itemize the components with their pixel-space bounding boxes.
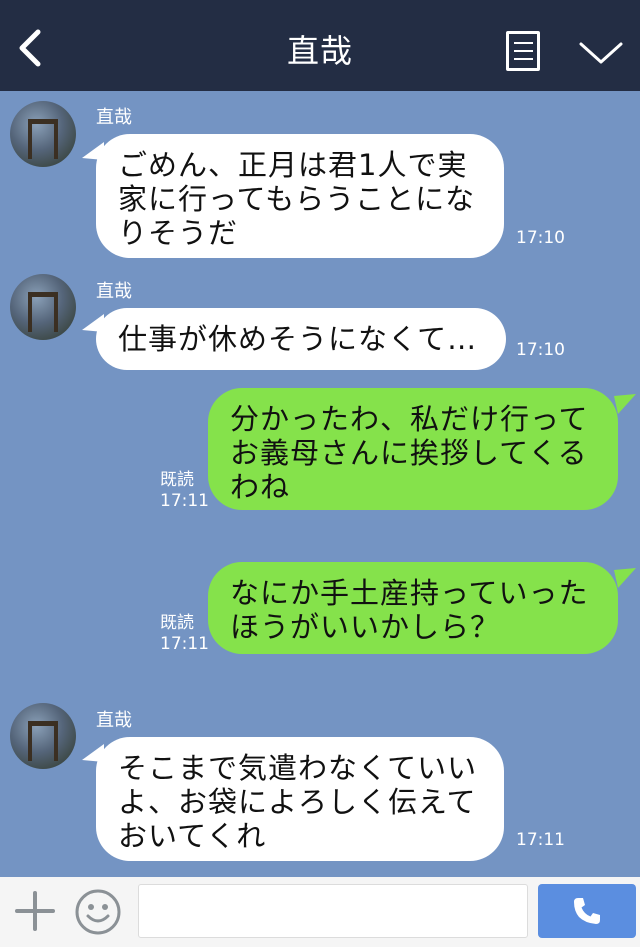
phone-icon (574, 898, 600, 924)
bubble-tail (614, 394, 636, 414)
message-time: 17:11 (516, 830, 565, 850)
sender-name: 直哉 (96, 281, 132, 302)
sender-name: 直哉 (96, 107, 132, 128)
read-receipt: 既読 (160, 470, 194, 490)
avatar[interactable] (10, 274, 76, 340)
avatar[interactable] (10, 101, 76, 167)
read-receipt: 既読 (160, 613, 194, 633)
message-bubble[interactable]: なにか手土産持っていった ほうがいいかしら？ (208, 562, 618, 654)
message-time: 17:11 (160, 634, 209, 654)
call-button[interactable] (538, 884, 636, 938)
plus-icon[interactable] (14, 890, 56, 932)
message-time: 17:10 (516, 340, 565, 360)
chevron-down-icon[interactable] (578, 38, 624, 68)
sender-name: 直哉 (96, 710, 132, 731)
smiley-icon[interactable] (74, 888, 122, 936)
avatar[interactable] (10, 703, 76, 769)
notes-icon[interactable] (506, 31, 540, 71)
chat-title: 直哉 (286, 32, 353, 70)
message-bubble[interactable]: そこまで気遣わなくていい よ、お袋によろしく伝えて おいてくれ (96, 737, 504, 861)
message-bubble[interactable]: 仕事が休めそうになくて… (96, 308, 506, 370)
bubble-tail (614, 568, 636, 588)
chat-header: 直哉 (0, 0, 640, 91)
message-input[interactable] (138, 884, 528, 938)
message-time: 17:11 (160, 491, 209, 511)
message-time: 17:10 (516, 228, 565, 248)
message-bubble[interactable]: ごめん、正月は君1人で実 家に行ってもらうことにな りそうだ (96, 134, 504, 258)
message-bubble[interactable]: 分かったわ、私だけ行って お義母さんに挨拶してくる わね (208, 388, 618, 510)
